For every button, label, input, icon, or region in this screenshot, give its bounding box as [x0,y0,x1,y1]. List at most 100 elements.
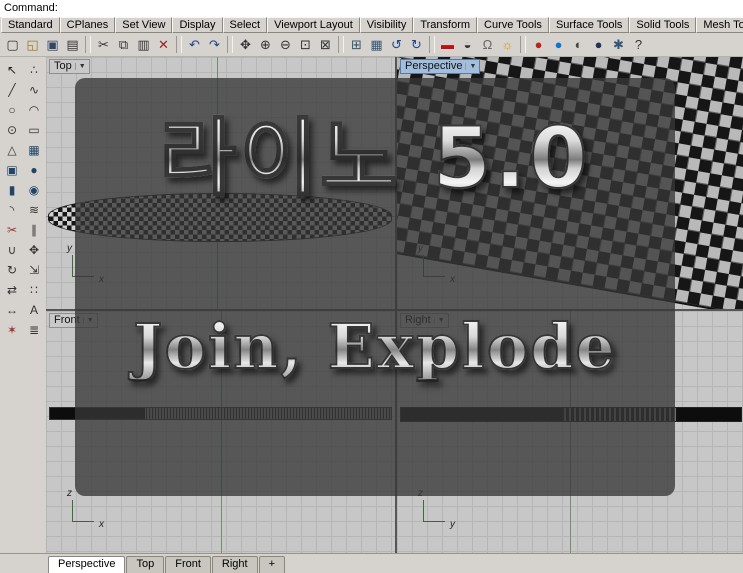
car-icon[interactable]: ▬ [438,35,457,54]
toolbar-separator [520,36,526,53]
viewport-perspective-title: Perspective [405,60,463,72]
axis-label-horizontal: x [99,519,104,530]
array-icon[interactable]: ∷ [24,280,44,299]
redo-view-icon[interactable]: ↻ [407,35,426,54]
zoom-in-icon[interactable]: ⊕ [256,35,275,54]
join-icon[interactable]: ∪ [2,240,22,259]
toolbar: ▢ ◱ ▣ ▤ ✂ ⧉ ▥ ✕ ↶ ↷ ✥ ⊕ ⊖ ⊡ ⊠ ⊞ ▦ ↺ ↻ ▬ ◒ Ω ☼ ● ● ◐ ● ✱? [0,33,743,57]
redo-icon[interactable]: ↷ [205,35,224,54]
text-icon[interactable]: A [24,300,44,319]
surface-icon[interactable]: ▦ [24,140,44,159]
dimension-icon[interactable]: ↔ [2,300,22,319]
mirror-icon[interactable]: ⇄ [2,280,22,299]
arc-icon[interactable]: ◠ [24,100,44,119]
ellipse-icon[interactable]: ⊙ [2,120,22,139]
viewport-layout-icon[interactable]: ⊞ [347,35,366,54]
rhino-window: Command: Standard CPlanes Set View Display S… [0,0,743,573]
move-icon[interactable]: ✥ [24,240,44,259]
mesh-dense-segment [679,408,741,421]
menu-tab-bar: Standard CPlanes Set View Display Select View… [0,17,743,33]
new-file-icon[interactable]: ▢ [3,35,22,54]
scale-icon[interactable]: ⇲ [24,260,44,279]
zoom-window-icon[interactable]: ⊡ [296,35,315,54]
line-icon[interactable]: ╱ [2,80,22,99]
toolbar-separator [227,36,233,53]
command-input[interactable]: Command: [0,0,743,18]
polygon-icon[interactable]: △ [2,140,22,159]
undo-view-icon[interactable]: ↺ [387,35,406,54]
menu-tab-cplanes[interactable]: CPlanes [59,17,116,33]
chevron-down-icon[interactable]: ▼ [74,62,86,70]
viewport-tab-top[interactable]: Top [126,556,165,573]
curve-icon[interactable]: ∿ [24,80,44,99]
options-icon[interactable]: ✱ [609,35,628,54]
lock-object-icon[interactable]: Ω [478,35,497,54]
axis-label-vertical: z [67,488,72,499]
split-icon[interactable]: ∥ [24,220,44,239]
menu-tab-solid-tools[interactable]: Solid Tools [629,17,697,33]
cylinder-icon[interactable]: ▮ [2,180,22,199]
viewport-tab-right[interactable]: Right [211,556,258,573]
light-bulb-icon[interactable]: ☼ [498,35,517,54]
layers-icon[interactable]: ≣ [24,320,44,339]
box-icon[interactable]: ▣ [2,160,22,179]
sphere-icon[interactable]: ● [24,160,44,179]
named-view-icon[interactable]: ▦ [367,35,386,54]
axis-label-horizontal: y [450,519,455,530]
cut-icon[interactable]: ✂ [94,35,113,54]
boolean-icon[interactable]: ◉ [24,180,44,199]
render-icon[interactable]: ● [529,35,548,54]
save-icon[interactable]: ▣ [43,35,62,54]
undo-icon[interactable]: ↶ [185,35,204,54]
menu-tab-curve-tools[interactable]: Curve Tools [477,17,549,33]
viewport-tab-front[interactable]: Front [165,556,211,573]
menu-tab-set-view[interactable]: Set View [115,17,173,33]
menu-tab-mesh-tools[interactable]: Mesh Tools [696,17,743,33]
zoom-extents-icon[interactable]: ⊠ [316,35,335,54]
render-globe-icon[interactable]: ● [549,35,568,54]
shaded-view-icon[interactable]: ◐ [569,35,588,54]
menu-tab-visibility[interactable]: Visibility [359,17,414,33]
viewport-top-label[interactable]: Top ▼ [49,59,90,74]
viewport-tab-bar: Perspective Top Front Right + [0,553,743,573]
pan-icon[interactable]: ✥ [236,35,255,54]
viewport-tab-perspective[interactable]: Perspective [48,556,126,573]
watermark-overlay: 라이노 5.0 Join, Explode [75,78,675,496]
trim-icon[interactable]: ✂ [2,220,22,239]
x-axis-icon [72,521,94,522]
menu-tab-viewport-layout[interactable]: Viewport Layout [267,17,360,33]
fillet-icon[interactable]: ◝ [2,200,22,219]
menu-tab-select[interactable]: Select [222,17,268,33]
rectangle-icon[interactable]: ▭ [24,120,44,139]
z-axis-icon [72,500,73,522]
ghosted-view-icon[interactable]: ● [589,35,608,54]
axis-widget-right: z y [413,488,455,532]
menu-tab-standard[interactable]: Standard [1,17,60,33]
print-icon[interactable]: ▤ [63,35,82,54]
copy-icon[interactable]: ⧉ [114,35,133,54]
delete-icon[interactable]: ✕ [154,35,173,54]
toolbar-separator [429,36,435,53]
z-axis-icon [423,500,424,522]
zoom-out-icon[interactable]: ⊖ [276,35,295,54]
viewport-tab-item[interactable]: + [258,556,286,573]
menu-tab-display[interactable]: Display [172,17,223,33]
chevron-down-icon[interactable]: ▼ [465,62,476,70]
rotate-icon[interactable]: ↻ [2,260,22,279]
explode-icon[interactable]: ✶ [2,320,22,339]
control-points-icon[interactable]: ∴ [24,60,44,79]
circle-icon[interactable]: ○ [2,100,22,119]
hide-object-icon[interactable]: ◒ [458,35,477,54]
axis-widget-front: z x [62,488,104,532]
toolbar-separator [85,36,91,53]
pointer-icon[interactable]: ↖ [2,60,22,79]
paste-icon[interactable]: ▥ [134,35,153,54]
y-axis-icon [72,255,73,277]
sidebar-toolbar: ↖ ∴ ╱ ∿ ○ ◠ ⊙ ▭ △ ▦ ▣ ● ▮ ◉ ◝ ≋ ✂ ∥ ∪ ✥ ↻ ⇲ ⇄ ∷ ↔ A ✶ ≣ [0,57,47,554]
open-folder-icon[interactable]: ◱ [23,35,42,54]
viewport-perspective-label[interactable]: Perspective ▼ [400,59,481,74]
menu-tab-surface-tools[interactable]: Surface Tools [548,17,630,33]
menu-tab-transform[interactable]: Transform [413,17,478,33]
offset-icon[interactable]: ≋ [24,200,44,219]
help-icon[interactable]: ? [629,35,648,54]
